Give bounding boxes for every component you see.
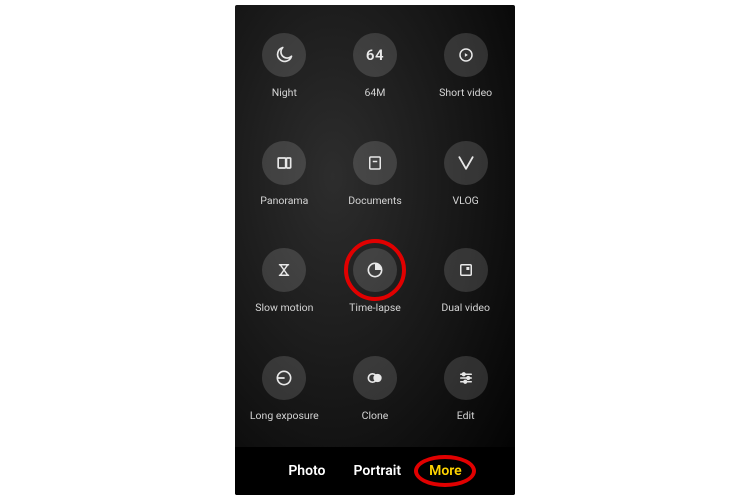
mode-slow-motion[interactable]: Slow motion	[239, 248, 330, 338]
document-icon	[353, 141, 397, 185]
vlog-icon	[444, 141, 488, 185]
dual-video-icon	[444, 248, 488, 292]
mode-label: Panorama	[260, 194, 308, 207]
camera-more-panel: Night 64 64M Short video Panorama Do	[235, 5, 515, 495]
mode-tab-bar: Photo Portrait More	[235, 447, 515, 495]
mode-label: Time-lapse	[349, 301, 401, 314]
mode-dual-video[interactable]: Dual video	[420, 248, 511, 338]
panorama-icon	[262, 141, 306, 185]
mode-edit[interactable]: Edit	[420, 356, 511, 446]
mode-label: 64M	[365, 86, 386, 99]
mode-short-video[interactable]: Short video	[420, 33, 511, 123]
mode-grid: Night 64 64M Short video Panorama Do	[235, 25, 515, 445]
long-exposure-icon	[262, 356, 306, 400]
play-circle-icon	[444, 33, 488, 77]
mode-label: Short video	[439, 86, 492, 99]
mode-label: Dual video	[441, 301, 490, 314]
mode-label: Edit	[457, 409, 475, 422]
mode-label: Documents	[348, 194, 402, 207]
mode-label: Long exposure	[250, 409, 319, 422]
tab-photo[interactable]: Photo	[288, 463, 325, 479]
mode-long-exposure[interactable]: Long exposure	[239, 356, 330, 446]
mode-time-lapse[interactable]: Time-lapse	[330, 248, 421, 338]
timelapse-icon	[353, 248, 397, 292]
moon-icon	[262, 33, 306, 77]
tab-portrait[interactable]: Portrait	[354, 463, 402, 479]
mode-panorama[interactable]: Panorama	[239, 141, 330, 231]
mode-label: Clone	[362, 409, 389, 422]
mode-vlog[interactable]: VLOG	[420, 141, 511, 231]
mode-documents[interactable]: Documents	[330, 141, 421, 231]
hourglass-icon	[262, 248, 306, 292]
clone-icon	[353, 356, 397, 400]
mode-64m[interactable]: 64 64M	[330, 33, 421, 123]
sliders-icon	[444, 356, 488, 400]
64m-icon: 64	[353, 33, 397, 77]
mode-clone[interactable]: Clone	[330, 356, 421, 446]
mode-label: Slow motion	[255, 301, 313, 314]
mode-label: Night	[272, 86, 297, 99]
tab-more[interactable]: More	[429, 463, 462, 479]
mode-label: VLOG	[452, 194, 478, 207]
mode-night[interactable]: Night	[239, 33, 330, 123]
